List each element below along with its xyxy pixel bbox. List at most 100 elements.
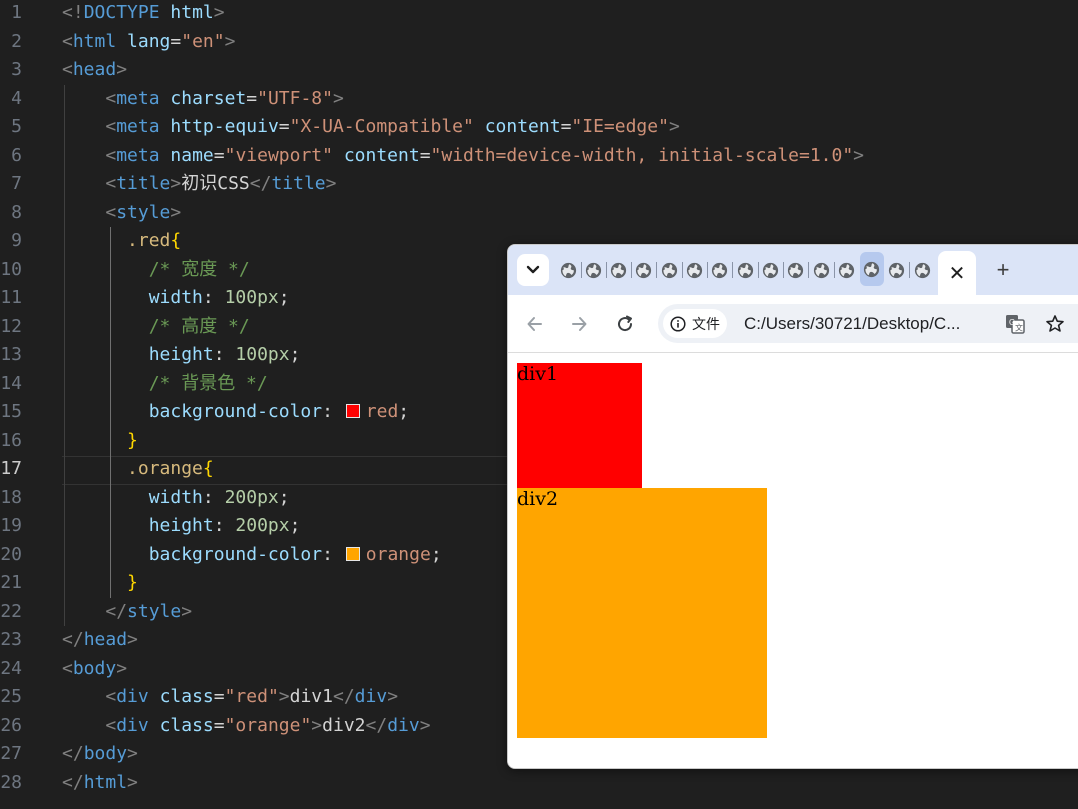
browser-tab[interactable] (710, 259, 730, 281)
code-token: ; (289, 515, 301, 536)
line-number: 19 (0, 515, 22, 536)
code-token: .orange (127, 458, 203, 479)
address-bar[interactable]: 文件 C:/Users/30721/Desktop/C... G 文 (658, 304, 1078, 343)
browser-tab[interactable] (786, 259, 806, 281)
div2-orange-box: div2 (517, 488, 767, 738)
close-icon[interactable]: ✕ (949, 261, 966, 286)
code-line[interactable]: 4 <meta charset="UTF-8"> (0, 85, 1078, 114)
code-line[interactable]: 8 <style> (0, 199, 1078, 228)
code-text: width: 100px; (62, 284, 290, 313)
active-tab[interactable]: ✕ (938, 251, 976, 295)
browser-tab[interactable] (583, 259, 603, 281)
translate-button[interactable]: G 文 (1003, 312, 1027, 336)
code-text: <meta http-equiv="X-UA-Compatible" conte… (62, 113, 679, 142)
arrow-right-icon (572, 317, 587, 331)
code-text: /* 高度 */ (62, 313, 250, 342)
browser-tab[interactable] (912, 259, 932, 281)
code-token: > (170, 173, 182, 194)
line-number: 3 (11, 59, 22, 80)
back-button[interactable] (520, 309, 550, 339)
globe-icon (863, 261, 880, 278)
browser-tab[interactable] (609, 259, 629, 281)
browser-tab[interactable] (558, 259, 578, 281)
code-token: meta (116, 116, 160, 137)
globe-icon (686, 262, 703, 279)
code-token: > (853, 144, 865, 166)
tab-search-button[interactable] (517, 254, 549, 286)
url-text[interactable]: C:/Users/30721/Desktop/C... (744, 304, 1004, 343)
color-swatch[interactable] (345, 546, 360, 561)
globe-icon (888, 262, 905, 279)
color-swatch[interactable] (345, 404, 360, 418)
code-token: = (213, 144, 225, 166)
browser-tab[interactable] (760, 259, 780, 281)
tab-separator (707, 262, 708, 278)
code-token: "IE=edge" (571, 116, 669, 137)
code-token: > (387, 686, 399, 707)
code-token: 100px (235, 344, 290, 365)
code-token: < (62, 59, 73, 80)
forward-button[interactable] (564, 309, 594, 339)
code-line[interactable]: 3 <head> (0, 56, 1078, 85)
code-line[interactable]: 28 </html> (0, 769, 1078, 798)
div1-label: div1 (517, 363, 559, 385)
code-token: div2 (322, 714, 366, 736)
code-text: <title>初识CSS</title> (62, 170, 336, 199)
code-token: html (83, 771, 128, 793)
code-token: class (159, 714, 214, 736)
code-token: class (159, 686, 214, 707)
code-line[interactable]: 7 <title>初识CSS</title> (0, 170, 1078, 199)
globe-icon (737, 262, 754, 279)
browser-tab[interactable] (634, 259, 654, 281)
new-tab-button[interactable]: + (988, 255, 1018, 285)
line-number: 28 (0, 771, 22, 793)
code-text: </html> (62, 769, 138, 798)
code-token: = (213, 686, 225, 707)
code-token: > (332, 87, 344, 109)
code-token: > (170, 201, 182, 223)
code-token: "UTF-8" (257, 87, 333, 109)
browser-tab[interactable] (836, 259, 856, 281)
code-token: title (116, 173, 171, 194)
code-token: div (116, 686, 149, 707)
site-info-chip[interactable]: 文件 (663, 309, 727, 338)
code-line[interactable]: 5 <meta http-equiv="X-UA-Compatible" con… (0, 113, 1078, 142)
code-token: : (322, 543, 344, 565)
browser-tab[interactable] (735, 259, 755, 281)
bookmark-button[interactable] (1043, 312, 1067, 336)
browser-tab[interactable] (887, 259, 907, 281)
code-token: > (127, 743, 138, 764)
code-token: http-equiv (170, 116, 279, 137)
browser-tab[interactable] (859, 252, 884, 286)
reload-icon (618, 315, 633, 332)
code-line[interactable]: 2 <html lang="en"> (0, 28, 1078, 57)
code-line[interactable]: 1 <!DOCTYPE html> (0, 0, 1078, 28)
code-token: "X-UA-Compatible" (289, 116, 474, 137)
code-token: content (484, 116, 561, 137)
globe-icon (787, 262, 804, 279)
browser-tab[interactable] (811, 259, 831, 281)
browser-tab[interactable] (685, 259, 705, 281)
tab-separator (757, 262, 759, 278)
code-token: < (105, 116, 117, 137)
line-number: 23 (0, 629, 22, 650)
code-token: title (271, 173, 326, 194)
globe-icon (610, 262, 627, 279)
code-text: /* 背景色 */ (62, 370, 268, 399)
code-line[interactable]: 6 <meta name="viewport" content="width=d… (0, 142, 1078, 171)
reload-button[interactable] (610, 309, 640, 339)
code-text: <!DOCTYPE html> (62, 0, 225, 28)
tab-separator (732, 262, 734, 278)
browser-tab[interactable] (659, 259, 679, 281)
globe-icon (635, 262, 652, 279)
